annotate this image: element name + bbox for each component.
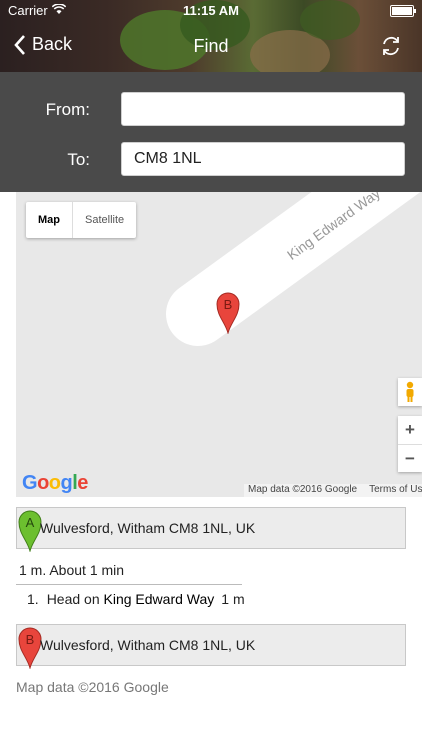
map-marker-b[interactable]: B (216, 292, 240, 334)
direction-step: 1. Head on King Edward Way 1 m (27, 591, 245, 607)
marker-b-label: B (26, 632, 35, 647)
to-label: To: (67, 150, 90, 169)
divider (16, 584, 242, 585)
marker-a-icon: A (18, 510, 42, 552)
pegman-icon (406, 381, 414, 402)
step-number: 1. (27, 591, 39, 607)
map-attribution: Map data ©2016 Google Terms of Us (244, 484, 422, 497)
start-address-box: A Wulvesford, Witham CM8 1NL, UK (16, 507, 406, 552)
zoom-out-button[interactable]: − (398, 445, 422, 473)
map-marker-b-label: B (224, 297, 233, 312)
route-form: From: To: (0, 72, 422, 192)
map-type-control: Map Satellite (26, 202, 137, 238)
page-title: Find (193, 36, 229, 56)
status-bar: Carrier 11:15 AM (0, 0, 422, 22)
road-shape (153, 192, 422, 359)
map-type-satellite-button[interactable]: Satellite (73, 202, 136, 238)
from-field[interactable] (121, 92, 405, 126)
map-view[interactable]: King Edward Way Map Satellite B + − Goog… (16, 192, 422, 497)
step-distance: 1 m (221, 591, 245, 607)
step-text: Head on (46, 591, 100, 607)
terms-link[interactable]: Terms of Us (369, 484, 422, 497)
street-view-button[interactable] (398, 378, 422, 406)
start-address: Wulvesford, Witham CM8 1NL, UK (40, 520, 256, 536)
route-summary: 1 m. About 1 min (19, 562, 125, 578)
directions-copyright: Map data ©2016 Google (16, 679, 169, 695)
refresh-button[interactable] (380, 35, 402, 62)
google-logo: Google (22, 472, 88, 494)
end-address-box: B Wulvesford, Witham CM8 1NL, UK (16, 624, 406, 669)
header-bar: Carrier 11:15 AM Back Find (0, 0, 422, 72)
map-data-label: Map data ©2016 Google (248, 484, 358, 495)
marker-b-icon: B (18, 627, 42, 669)
end-address: Wulvesford, Witham CM8 1NL, UK (40, 637, 256, 653)
clock: 11:15 AM (183, 3, 239, 18)
refresh-icon (383, 36, 399, 56)
zoom-control: + − (398, 416, 422, 472)
to-field[interactable] (121, 142, 405, 176)
battery-icon (390, 5, 416, 17)
to-row: To: (0, 142, 422, 178)
step-road: King Edward Way (103, 591, 215, 607)
from-label: From: (45, 100, 90, 119)
marker-a-label: A (26, 515, 35, 530)
map-type-map-button[interactable]: Map (26, 202, 73, 238)
zoom-in-button[interactable]: + (398, 416, 422, 444)
from-row: From: (0, 92, 422, 128)
